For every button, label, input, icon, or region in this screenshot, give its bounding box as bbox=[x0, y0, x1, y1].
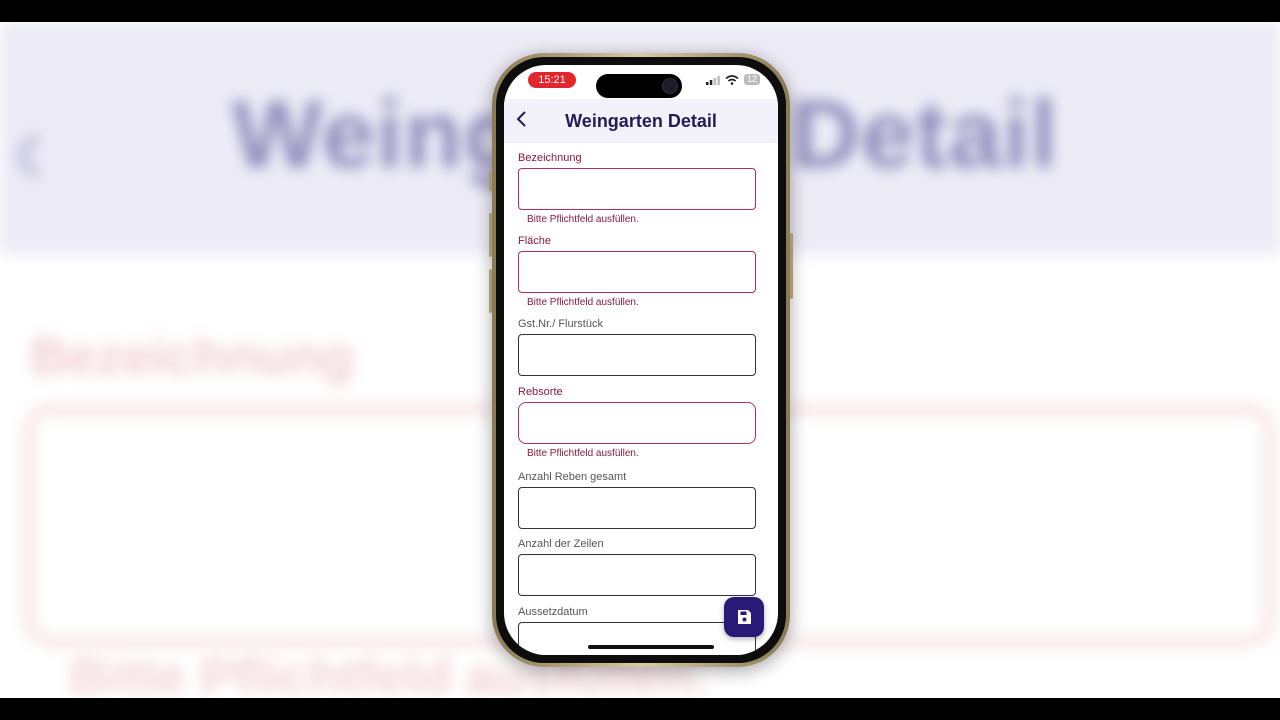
field-error: Bitte Pflichtfeld ausfüllen. bbox=[527, 214, 639, 225]
field-label: Rebsorte bbox=[518, 386, 563, 398]
field-label: Anzahl der Zeilen bbox=[518, 538, 604, 550]
phone-device: 15:21 12 Weingarten Detail Bezeichnung B… bbox=[489, 53, 793, 667]
anzahl-zeilen-input[interactable] bbox=[518, 554, 756, 596]
status-icons: 12 bbox=[705, 74, 760, 85]
field-flaeche: Fläche Bitte Pflichtfeld ausfüllen. bbox=[518, 234, 756, 309]
flaeche-input[interactable] bbox=[518, 251, 756, 293]
save-button[interactable] bbox=[724, 597, 764, 637]
dynamic-island bbox=[596, 74, 682, 98]
bg-field-label: Bezeichnung bbox=[30, 328, 354, 386]
signal-icon bbox=[705, 75, 720, 85]
nav-bar: Weingarten Detail bbox=[504, 99, 778, 143]
status-bar: 15:21 12 bbox=[504, 65, 778, 99]
phone-bezel: 15:21 12 Weingarten Detail Bezeichnung B… bbox=[496, 57, 786, 663]
field-error: Bitte Pflichtfeld ausfüllen. bbox=[527, 448, 639, 459]
flurstueck-input[interactable] bbox=[518, 334, 756, 376]
page-title: Weingarten Detail bbox=[565, 111, 717, 131]
status-time: 15:21 bbox=[528, 72, 576, 88]
field-label: Aussetzdatum bbox=[518, 606, 588, 618]
field-label: Gst.Nr./ Flurstück bbox=[518, 318, 603, 330]
side-button bbox=[489, 269, 492, 313]
bg-back-chevron-icon: ‹ bbox=[10, 86, 47, 209]
side-button bbox=[489, 213, 492, 257]
side-button bbox=[489, 171, 492, 191]
app-screen: 15:21 12 Weingarten Detail Bezeichnung B… bbox=[504, 65, 778, 655]
field-anzahl-reben: Anzahl Reben gesamt bbox=[518, 470, 756, 529]
wifi-icon bbox=[725, 74, 739, 85]
rebsorte-input[interactable] bbox=[518, 402, 756, 444]
aussetzdatum-input[interactable] bbox=[518, 622, 756, 655]
field-flurstueck: Gst.Nr./ Flurstück bbox=[518, 317, 756, 376]
field-error: Bitte Pflichtfeld ausfüllen. bbox=[527, 297, 639, 308]
bezeichnung-input[interactable] bbox=[518, 168, 756, 210]
home-indicator[interactable] bbox=[588, 645, 714, 649]
form-scroll-area[interactable]: Bezeichnung Bitte Pflichtfeld ausfüllen.… bbox=[504, 143, 778, 655]
field-anzahl-zeilen: Anzahl der Zeilen bbox=[518, 537, 756, 596]
camera-icon bbox=[662, 78, 678, 94]
field-label: Bezeichnung bbox=[518, 152, 582, 164]
field-label: Fläche bbox=[518, 235, 552, 247]
side-button bbox=[790, 233, 793, 299]
floppy-disk-icon bbox=[738, 610, 751, 624]
field-bezeichnung: Bezeichnung Bitte Pflichtfeld ausfüllen. bbox=[518, 151, 756, 226]
battery-icon: 12 bbox=[743, 74, 760, 85]
field-label: Anzahl Reben gesamt bbox=[518, 471, 627, 483]
field-rebsorte: Rebsorte Bitte Pflichtfeld ausfüllen. bbox=[518, 385, 756, 460]
anzahl-reben-input[interactable] bbox=[518, 487, 756, 529]
